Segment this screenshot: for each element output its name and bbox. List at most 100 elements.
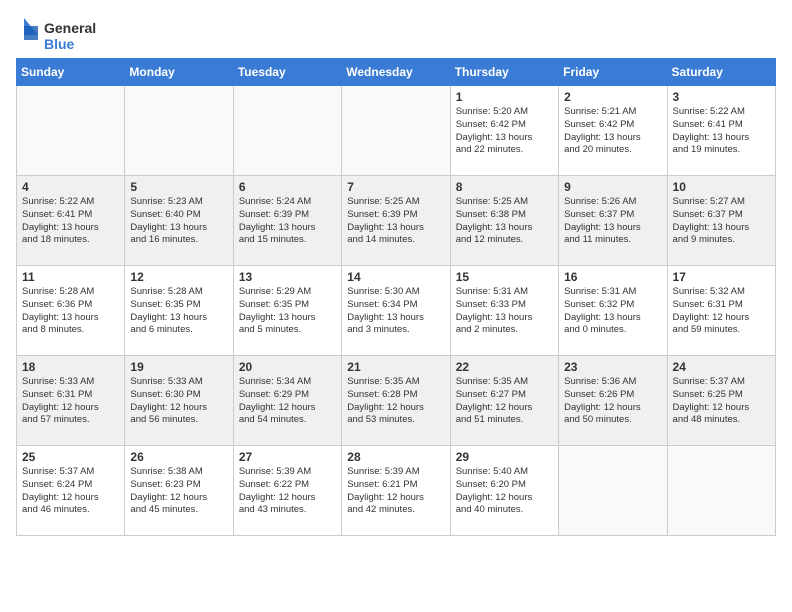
day-number: 24 bbox=[673, 360, 770, 374]
day-info: Sunrise: 5:35 AMSunset: 6:27 PMDaylight:… bbox=[456, 376, 553, 427]
day-info: Sunrise: 5:39 AMSunset: 6:22 PMDaylight:… bbox=[239, 466, 336, 517]
calendar-cell bbox=[17, 86, 125, 176]
day-number: 4 bbox=[22, 180, 119, 194]
day-info: Sunrise: 5:33 AMSunset: 6:30 PMDaylight:… bbox=[130, 376, 227, 427]
calendar-cell: 24Sunrise: 5:37 AMSunset: 6:25 PMDayligh… bbox=[667, 356, 775, 446]
calendar-header-tuesday: Tuesday bbox=[233, 59, 341, 86]
calendar-cell: 4Sunrise: 5:22 AMSunset: 6:41 PMDaylight… bbox=[17, 176, 125, 266]
calendar-cell: 19 Sunrise: 5:33 AMSunset: 6:30 PMDayligh… bbox=[125, 356, 233, 446]
calendar-cell: 21Sunrise: 5:35 AMSunset: 6:28 PMDayligh… bbox=[342, 356, 450, 446]
calendar-cell: 3 Sunrise: 5:22 AMSunset: 6:41 PMDaylight… bbox=[667, 86, 775, 176]
calendar-cell: 16 Sunrise: 5:31 AMSunset: 6:32 PMDayligh… bbox=[559, 266, 667, 356]
logo: General Blue bbox=[16, 16, 106, 54]
calendar-cell: 1 Sunrise: 5:20 AMSunset: 6:42 PMDaylight… bbox=[450, 86, 558, 176]
day-info: Sunrise: 5:37 AMSunset: 6:24 PMDaylight:… bbox=[22, 466, 119, 517]
calendar-cell: 2Sunrise: 5:21 AMSunset: 6:42 PMDaylight… bbox=[559, 86, 667, 176]
day-info: Sunrise: 5:38 AMSunset: 6:23 PMDaylight:… bbox=[130, 466, 227, 517]
day-number: 21 bbox=[347, 360, 444, 374]
calendar-week-row: 1 Sunrise: 5:20 AMSunset: 6:42 PMDaylight… bbox=[17, 86, 776, 176]
calendar-header-saturday: Saturday bbox=[667, 59, 775, 86]
day-number: 8 bbox=[456, 180, 553, 194]
calendar-cell: 23Sunrise: 5:36 AMSunset: 6:26 PMDayligh… bbox=[559, 356, 667, 446]
day-info: Sunrise: 5:39 AMSunset: 6:21 PMDaylight:… bbox=[347, 466, 444, 517]
day-number: 12 bbox=[130, 270, 227, 284]
day-info: Sunrise: 5:28 AMSunset: 6:35 PMDaylight:… bbox=[130, 286, 227, 337]
calendar-cell: 5 Sunrise: 5:23 AMSunset: 6:40 PMDaylight… bbox=[125, 176, 233, 266]
day-number: 27 bbox=[239, 450, 336, 464]
day-info: Sunrise: 5:40 AMSunset: 6:20 PMDaylight:… bbox=[456, 466, 553, 517]
day-info: Sunrise: 5:23 AMSunset: 6:40 PMDaylight:… bbox=[130, 196, 227, 247]
day-number: 28 bbox=[347, 450, 444, 464]
calendar-header-monday: Monday bbox=[125, 59, 233, 86]
calendar-week-row: 4Sunrise: 5:22 AMSunset: 6:41 PMDaylight… bbox=[17, 176, 776, 266]
day-info: Sunrise: 5:21 AMSunset: 6:42 PMDaylight:… bbox=[564, 106, 661, 157]
calendar-cell: 25Sunrise: 5:37 AMSunset: 6:24 PMDayligh… bbox=[17, 446, 125, 536]
calendar-header-row: SundayMondayTuesdayWednesdayThursdayFrid… bbox=[17, 59, 776, 86]
calendar-cell: 27 Sunrise: 5:39 AMSunset: 6:22 PMDayligh… bbox=[233, 446, 341, 536]
day-number: 22 bbox=[456, 360, 553, 374]
calendar-cell: 11 Sunrise: 5:28 AMSunset: 6:36 PMDayligh… bbox=[17, 266, 125, 356]
day-number: 10 bbox=[673, 180, 770, 194]
calendar-cell: 15Sunrise: 5:31 AMSunset: 6:33 PMDayligh… bbox=[450, 266, 558, 356]
day-number: 5 bbox=[130, 180, 227, 194]
day-info: Sunrise: 5:29 AMSunset: 6:35 PMDaylight:… bbox=[239, 286, 336, 337]
day-number: 9 bbox=[564, 180, 661, 194]
day-info: Sunrise: 5:36 AMSunset: 6:26 PMDaylight:… bbox=[564, 376, 661, 427]
calendar-cell: 17 Sunrise: 5:32 AMSunset: 6:31 PMDayligh… bbox=[667, 266, 775, 356]
calendar-cell: 18Sunrise: 5:33 AMSunset: 6:31 PMDayligh… bbox=[17, 356, 125, 446]
day-number: 16 bbox=[564, 270, 661, 284]
day-number: 7 bbox=[347, 180, 444, 194]
calendar-cell: 22 Sunrise: 5:35 AMSunset: 6:27 PMDayligh… bbox=[450, 356, 558, 446]
calendar-header-sunday: Sunday bbox=[17, 59, 125, 86]
calendar-cell bbox=[342, 86, 450, 176]
calendar-cell: 7 Sunrise: 5:25 AMSunset: 6:39 PMDaylight… bbox=[342, 176, 450, 266]
calendar-cell bbox=[559, 446, 667, 536]
calendar-cell: 12 Sunrise: 5:28 AMSunset: 6:35 PMDayligh… bbox=[125, 266, 233, 356]
calendar-cell: 14 Sunrise: 5:30 AMSunset: 6:34 PMDayligh… bbox=[342, 266, 450, 356]
day-number: 14 bbox=[347, 270, 444, 284]
day-number: 6 bbox=[239, 180, 336, 194]
day-info: Sunrise: 5:33 AMSunset: 6:31 PMDaylight:… bbox=[22, 376, 119, 427]
day-info: Sunrise: 5:22 AMSunset: 6:41 PMDaylight:… bbox=[673, 106, 770, 157]
day-info: Sunrise: 5:28 AMSunset: 6:36 PMDaylight:… bbox=[22, 286, 119, 337]
calendar-cell: 10 Sunrise: 5:27 AMSunset: 6:37 PMDayligh… bbox=[667, 176, 775, 266]
day-number: 1 bbox=[456, 90, 553, 104]
day-number: 3 bbox=[673, 90, 770, 104]
calendar-week-row: 25Sunrise: 5:37 AMSunset: 6:24 PMDayligh… bbox=[17, 446, 776, 536]
calendar-cell bbox=[125, 86, 233, 176]
day-number: 11 bbox=[22, 270, 119, 284]
calendar-cell: 28 Sunrise: 5:39 AMSunset: 6:21 PMDayligh… bbox=[342, 446, 450, 536]
calendar-cell bbox=[233, 86, 341, 176]
calendar-cell: 6 Sunrise: 5:24 AMSunset: 6:39 PMDaylight… bbox=[233, 176, 341, 266]
calendar-cell: 9 Sunrise: 5:26 AMSunset: 6:37 PMDaylight… bbox=[559, 176, 667, 266]
svg-text:Blue: Blue bbox=[44, 36, 75, 52]
day-info: Sunrise: 5:31 AMSunset: 6:32 PMDaylight:… bbox=[564, 286, 661, 337]
calendar-cell: 8 Sunrise: 5:25 AMSunset: 6:38 PMDaylight… bbox=[450, 176, 558, 266]
day-number: 26 bbox=[130, 450, 227, 464]
calendar-header-thursday: Thursday bbox=[450, 59, 558, 86]
day-info: Sunrise: 5:20 AMSunset: 6:42 PMDaylight:… bbox=[456, 106, 553, 157]
day-info: Sunrise: 5:25 AMSunset: 6:38 PMDaylight:… bbox=[456, 196, 553, 247]
day-info: Sunrise: 5:25 AMSunset: 6:39 PMDaylight:… bbox=[347, 196, 444, 247]
day-info: Sunrise: 5:30 AMSunset: 6:34 PMDaylight:… bbox=[347, 286, 444, 337]
calendar-cell: 29 Sunrise: 5:40 AMSunset: 6:20 PMDayligh… bbox=[450, 446, 558, 536]
day-number: 29 bbox=[456, 450, 553, 464]
day-number: 15 bbox=[456, 270, 553, 284]
calendar-week-row: 11 Sunrise: 5:28 AMSunset: 6:36 PMDayligh… bbox=[17, 266, 776, 356]
day-info: Sunrise: 5:27 AMSunset: 6:37 PMDaylight:… bbox=[673, 196, 770, 247]
day-number: 17 bbox=[673, 270, 770, 284]
header: General Blue bbox=[16, 16, 776, 54]
calendar-week-row: 18Sunrise: 5:33 AMSunset: 6:31 PMDayligh… bbox=[17, 356, 776, 446]
logo-svg: General Blue bbox=[16, 16, 106, 54]
day-number: 13 bbox=[239, 270, 336, 284]
calendar-cell bbox=[667, 446, 775, 536]
day-number: 19 bbox=[130, 360, 227, 374]
day-info: Sunrise: 5:24 AMSunset: 6:39 PMDaylight:… bbox=[239, 196, 336, 247]
svg-text:General: General bbox=[44, 20, 96, 36]
day-info: Sunrise: 5:34 AMSunset: 6:29 PMDaylight:… bbox=[239, 376, 336, 427]
day-info: Sunrise: 5:26 AMSunset: 6:37 PMDaylight:… bbox=[564, 196, 661, 247]
day-number: 20 bbox=[239, 360, 336, 374]
day-info: Sunrise: 5:32 AMSunset: 6:31 PMDaylight:… bbox=[673, 286, 770, 337]
calendar-header-friday: Friday bbox=[559, 59, 667, 86]
calendar-header-wednesday: Wednesday bbox=[342, 59, 450, 86]
